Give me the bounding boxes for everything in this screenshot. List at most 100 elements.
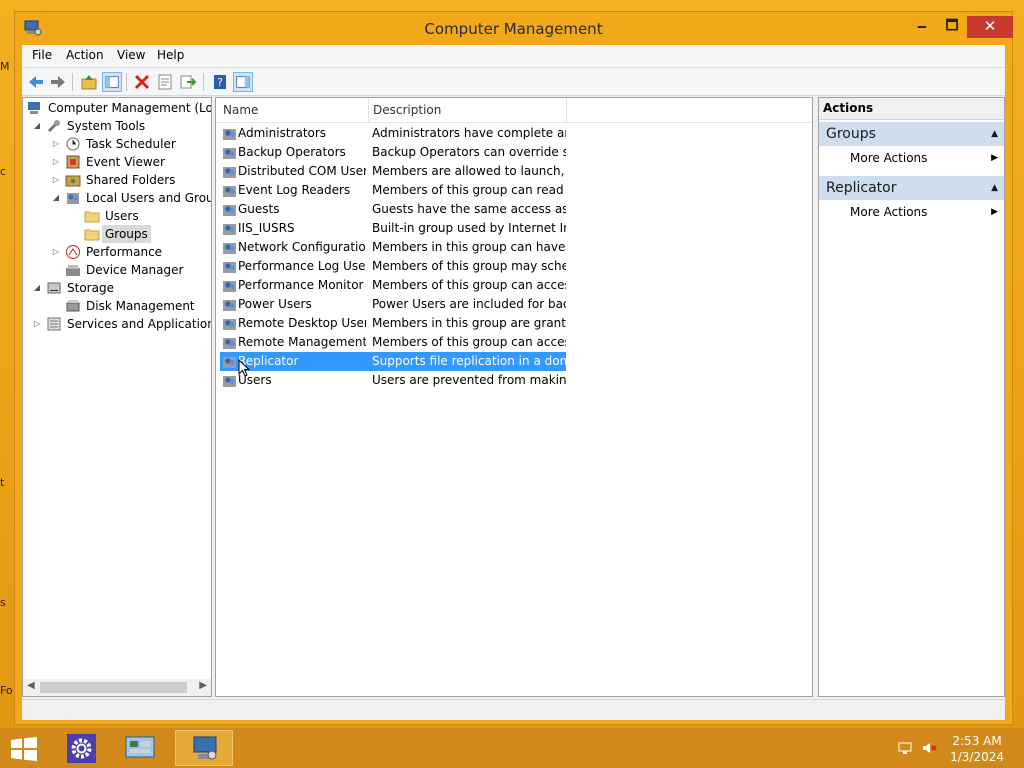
actions-section-replicator[interactable]: Replicator ▲ [819,176,1004,200]
actions-pane: Actions Groups ▲ More Actions ▶ Replicat… [818,97,1005,697]
actions-section-groups[interactable]: Groups ▲ [819,122,1004,146]
network-icon[interactable] [897,740,913,756]
table-row[interactable]: Replicator Supports file replication in a… [220,352,566,371]
desktop-edge-text: t [0,476,5,489]
show-hide-console-tree-icon[interactable] [102,72,122,92]
expand-caret-icon[interactable]: ▷ [51,243,61,261]
up-folder-icon[interactable] [79,72,99,92]
column-header-name[interactable]: Name [223,103,258,117]
table-row[interactable]: Users Users are prevented from making ... [220,371,566,390]
tree-label: Storage [67,281,114,295]
folder-icon [84,229,100,241]
expand-caret-icon[interactable]: ▷ [51,153,61,171]
services-icon [47,317,61,331]
disk-management-icon [66,300,80,312]
group-icon [223,300,236,311]
scroll-left-icon[interactable]: ◀ [27,680,35,691]
groups-list: Name Description Administrators Administr… [215,97,813,697]
group-icon [223,319,236,330]
menu-file[interactable]: File [32,48,52,62]
table-row[interactable]: Backup Operators Backup Operators can ove… [220,143,566,162]
group-description: Members of this group can acces... [372,278,566,292]
table-row[interactable]: Remote Management... Members of this grou… [220,333,566,352]
close-button[interactable]: ✕ [967,16,1013,38]
menu-bar: File Action View Help [22,45,1005,68]
scrollbar-thumb[interactable] [40,682,187,693]
group-icon [223,357,236,368]
volume-muted-icon[interactable] [921,740,937,756]
submenu-arrow-icon: ▶ [991,153,998,163]
submenu-arrow-icon: ▶ [991,207,998,217]
table-row[interactable]: Distributed COM Users Members are allowed… [220,162,566,181]
expand-caret-icon[interactable]: ▷ [51,135,61,153]
windows-start-icon[interactable] [10,737,38,761]
group-name: Network Configuratio... [238,240,366,254]
tree-label: Shared Folders [86,173,176,187]
column-separator[interactable] [368,98,369,122]
column-separator[interactable] [566,98,567,122]
table-row[interactable]: Administrators Administrators have comple… [220,124,566,143]
settings-gear-icon [67,734,96,763]
tree-label: Groups [102,225,151,243]
group-icon [223,224,236,235]
taskbar-settings-button[interactable] [52,730,110,766]
table-row[interactable]: Remote Desktop Users Members in this grou… [220,314,566,333]
taskbar-clock[interactable]: 2:53 AM 1/3/2024 [950,733,1004,765]
section-title: Replicator [826,180,897,196]
table-row[interactable]: Power Users Power Users are included for … [220,295,566,314]
desktop-edge-text: c [0,165,7,178]
maximize-button[interactable]: 🗖 [937,16,967,38]
delete-icon[interactable] [132,72,152,92]
title-bar[interactable]: Computer Management 🗕 🗖 ✕ [15,12,1013,45]
taskbar-computer-management-button[interactable] [175,730,233,766]
export-list-icon[interactable] [178,72,198,92]
forward-arrow-icon[interactable] [48,72,68,92]
table-row[interactable]: IIS_IUSRS Built-in group used by Internet… [220,219,566,238]
collapse-caret-icon[interactable]: ◢ [32,117,42,135]
collapse-caret-icon[interactable]: ◢ [51,189,61,207]
expand-caret-icon[interactable]: ▷ [32,315,42,333]
menu-view[interactable]: View [117,48,145,62]
minimize-button[interactable]: 🗕 [907,16,937,38]
group-name: Backup Operators [238,145,346,159]
collapse-up-icon[interactable]: ▲ [991,122,998,146]
properties-icon[interactable] [155,72,175,92]
more-actions-replicator[interactable]: More Actions ▶ [819,202,1004,222]
tree-label: Task Scheduler [86,137,176,151]
group-name: Performance Monitor ... [238,278,366,292]
help-icon[interactable]: ? [210,72,230,92]
more-actions-groups[interactable]: More Actions ▶ [819,148,1004,168]
collapse-up-icon[interactable]: ▲ [991,176,998,200]
clock-icon [66,137,80,151]
group-icon [223,129,236,140]
table-row[interactable]: Network Configuratio... Members in this g… [220,238,566,257]
collapse-caret-icon[interactable]: ◢ [32,279,42,297]
control-panel-icon [125,736,155,758]
toolbar-separator [203,73,204,91]
group-description: Members in this group are grante... [372,316,566,330]
taskbar-control-panel-button[interactable] [111,730,169,766]
group-icon [223,262,236,273]
group-name: IIS_IUSRS [238,221,295,235]
table-row[interactable]: Performance Monitor ... Members of this g… [220,276,566,295]
group-description: Guests have the same access as m... [372,202,566,216]
table-row[interactable]: Event Log Readers Members of this group c… [220,181,566,200]
group-name: Power Users [238,297,312,311]
tree-label: System Tools [67,119,146,133]
menu-action[interactable]: Action [66,48,104,62]
expand-caret-icon[interactable]: ▷ [51,171,61,189]
tree-label: Performance [86,245,163,259]
horizontal-scrollbar[interactable]: ◀ ▶ [23,679,211,696]
table-row[interactable]: Guests Guests have the same access as m..… [220,200,566,219]
group-icon [223,281,236,292]
list-header: Name Description [216,98,812,123]
menu-help[interactable]: Help [157,48,184,62]
back-arrow-icon[interactable] [26,72,46,92]
toolbar: ? [22,68,1005,96]
group-name: Distributed COM Users [238,164,366,178]
table-row[interactable]: Performance Log Users Members of this gro… [220,257,566,276]
scroll-right-icon[interactable]: ▶ [199,680,207,691]
column-header-description[interactable]: Description [373,103,441,117]
show-hide-action-pane-icon[interactable] [233,72,253,92]
shared-folder-icon [65,175,81,187]
